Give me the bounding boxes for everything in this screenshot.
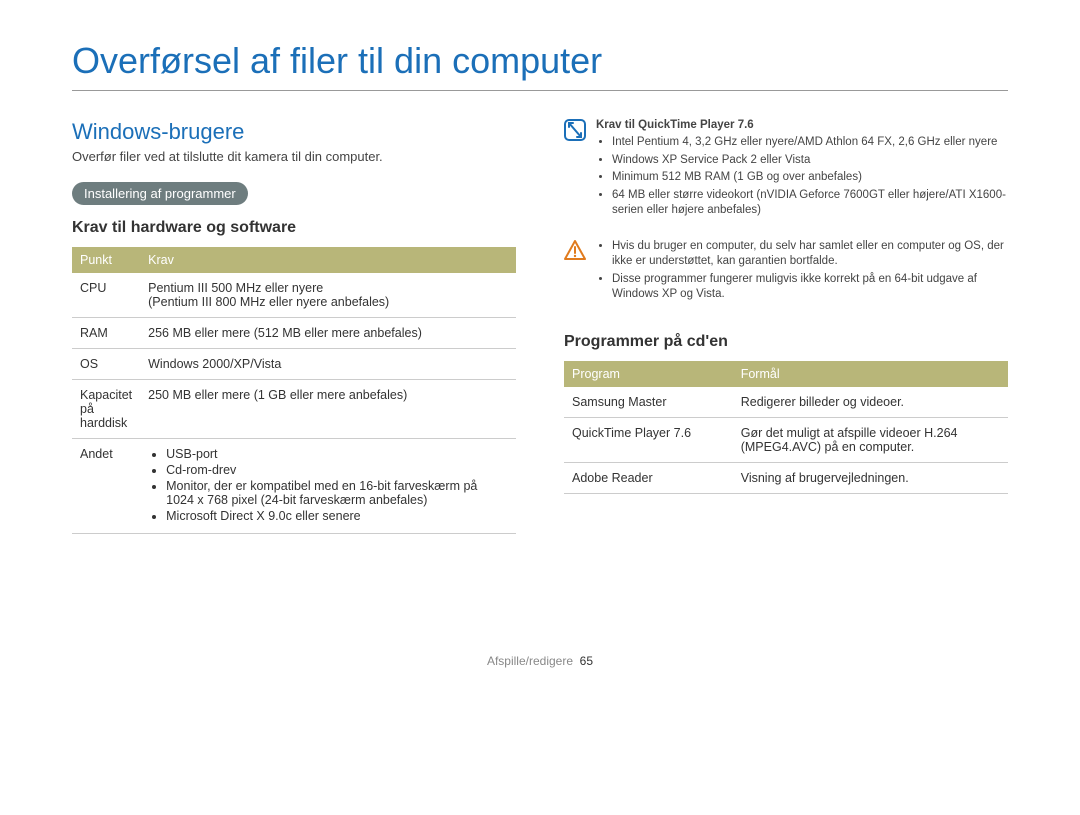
programs-table: Program Formål Samsung Master Redigerer … bbox=[564, 361, 1008, 494]
right-column: Krav til QuickTime Player 7.6 Intel Pent… bbox=[564, 119, 1008, 534]
req-other-list: USB-port Cd-rom-drev Monitor, der er kom… bbox=[148, 447, 508, 523]
warning-list: Hvis du bruger en computer, du selv har … bbox=[596, 239, 1008, 303]
prog-sm-label: Samsung Master bbox=[564, 387, 733, 418]
note-content: Krav til QuickTime Player 7.6 Intel Pent… bbox=[596, 119, 1008, 221]
table-row: Samsung Master Redigerer billeder og vid… bbox=[564, 387, 1008, 418]
footer-page-number: 65 bbox=[580, 654, 593, 668]
req-cpu-label: CPU bbox=[72, 273, 140, 318]
list-item: Cd-rom-drev bbox=[166, 463, 508, 477]
warning-content: Hvis du bruger en computer, du selv har … bbox=[596, 239, 1008, 305]
req-os-value: Windows 2000/XP/Vista bbox=[140, 349, 516, 380]
list-item: Windows XP Service Pack 2 eller Vista bbox=[612, 153, 1008, 169]
left-column: Windows-brugere Overfør filer ved at til… bbox=[72, 119, 516, 534]
quicktime-requirements-note: Krav til QuickTime Player 7.6 Intel Pent… bbox=[564, 119, 1008, 221]
table-row: Kapacitet på harddisk 250 MB eller mere … bbox=[72, 380, 516, 439]
req-header-krav: Krav bbox=[140, 247, 516, 273]
warning-icon bbox=[564, 239, 586, 261]
list-item: Minimum 512 MB RAM (1 GB og over anbefal… bbox=[612, 170, 1008, 186]
lead-text: Overfør filer ved at tilslutte dit kamer… bbox=[72, 149, 516, 164]
prog-ar-label: Adobe Reader bbox=[564, 462, 733, 493]
table-row: QuickTime Player 7.6 Gør det muligt at a… bbox=[564, 417, 1008, 462]
prog-qt-value: Gør det muligt at afspille videoer H.264… bbox=[733, 417, 1008, 462]
prog-header-formal: Formål bbox=[733, 361, 1008, 387]
page-footer: Afspille/redigere 65 bbox=[72, 654, 1008, 668]
qt-note-title: Krav til QuickTime Player 7.6 bbox=[596, 119, 1008, 131]
req-other-label: Andet bbox=[72, 439, 140, 534]
req-other-value: USB-port Cd-rom-drev Monitor, der er kom… bbox=[140, 439, 516, 534]
requirements-table: Punkt Krav CPU Pentium III 500 MHz eller… bbox=[72, 247, 516, 534]
req-header-punkt: Punkt bbox=[72, 247, 140, 273]
req-disk-label: Kapacitet på harddisk bbox=[72, 380, 140, 439]
list-item: Monitor, der er kompatibel med en 16-bit… bbox=[166, 479, 508, 507]
req-os-label: OS bbox=[72, 349, 140, 380]
requirements-subheading: Krav til hardware og software bbox=[72, 219, 516, 237]
windows-users-heading: Windows-brugere bbox=[72, 119, 516, 145]
install-programs-pill: Installering af programmer bbox=[72, 182, 248, 205]
prog-sm-value: Redigerer billeder og videoer. bbox=[733, 387, 1008, 418]
table-row: CPU Pentium III 500 MHz eller nyere (Pen… bbox=[72, 273, 516, 318]
qt-note-list: Intel Pentium 4, 3,2 GHz eller nyere/AMD… bbox=[596, 135, 1008, 219]
req-ram-label: RAM bbox=[72, 318, 140, 349]
prog-header-program: Program bbox=[564, 361, 733, 387]
list-item: Hvis du bruger en computer, du selv har … bbox=[612, 239, 1008, 270]
warning-note: Hvis du bruger en computer, du selv har … bbox=[564, 239, 1008, 305]
page: Overførsel af filer til din computer Win… bbox=[0, 0, 1080, 668]
req-cpu-value: Pentium III 500 MHz eller nyere (Pentium… bbox=[140, 273, 516, 318]
programs-on-cd-heading: Programmer på cd'en bbox=[564, 333, 1008, 351]
list-item: Microsoft Direct X 9.0c eller senere bbox=[166, 509, 508, 523]
list-item: 64 MB eller større videokort (nVIDIA Gef… bbox=[612, 188, 1008, 219]
prog-qt-label: QuickTime Player 7.6 bbox=[564, 417, 733, 462]
list-item: Disse programmer fungerer muligvis ikke … bbox=[612, 272, 1008, 303]
table-row: RAM 256 MB eller mere (512 MB eller mere… bbox=[72, 318, 516, 349]
page-title: Overførsel af filer til din computer bbox=[72, 40, 1008, 91]
note-icon bbox=[564, 119, 586, 141]
list-item: Intel Pentium 4, 3,2 GHz eller nyere/AMD… bbox=[612, 135, 1008, 151]
table-row: Andet USB-port Cd-rom-drev Monitor, der … bbox=[72, 439, 516, 534]
req-ram-value: 256 MB eller mere (512 MB eller mere anb… bbox=[140, 318, 516, 349]
two-column-layout: Windows-brugere Overfør filer ved at til… bbox=[72, 119, 1008, 534]
table-row: Adobe Reader Visning af brugervejledning… bbox=[564, 462, 1008, 493]
footer-section: Afspille/redigere bbox=[487, 654, 573, 668]
list-item: USB-port bbox=[166, 447, 508, 461]
req-disk-value: 250 MB eller mere (1 GB eller mere anbef… bbox=[140, 380, 516, 439]
prog-ar-value: Visning af brugervejledningen. bbox=[733, 462, 1008, 493]
table-row: OS Windows 2000/XP/Vista bbox=[72, 349, 516, 380]
